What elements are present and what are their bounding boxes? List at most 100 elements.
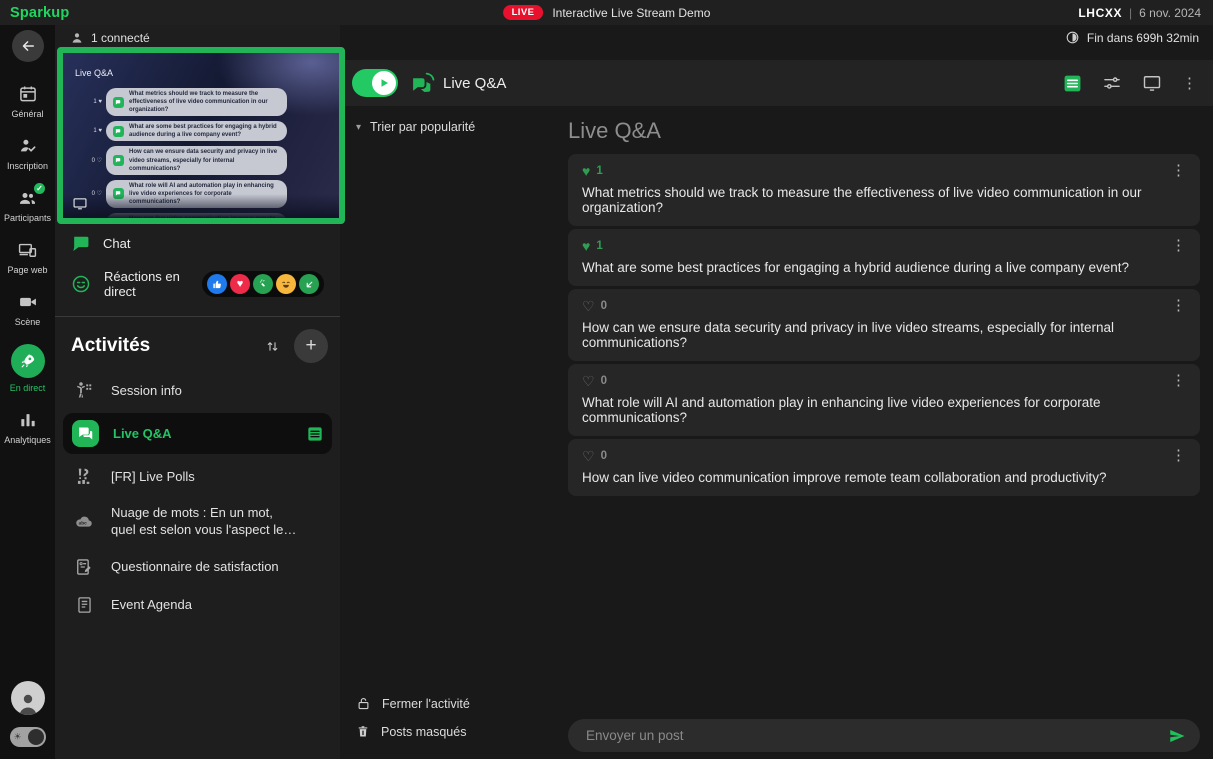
devices-icon <box>17 240 38 260</box>
like-button[interactable] <box>582 374 595 388</box>
activity-item-live-polls[interactable]: [FR] Live Polls <box>55 457 340 496</box>
post-text: What are some best practices for engagin… <box>582 260 1186 275</box>
preview-vote: 1 <box>85 99 102 105</box>
person-check-icon <box>18 136 38 156</box>
sort-dropdown[interactable]: ▾ Trier par popularité <box>356 120 568 134</box>
sun-icon: ☀ <box>14 731 22 742</box>
rocket-icon <box>11 344 45 378</box>
agenda-icon <box>71 595 97 615</box>
activities-heading: Activités <box>71 335 265 357</box>
post-menu-button[interactable]: ⋮ <box>1171 298 1186 313</box>
send-icon[interactable] <box>1168 727 1186 745</box>
chat-section[interactable]: Chat <box>55 226 340 261</box>
swipe-reaction-icon[interactable] <box>299 274 319 294</box>
post-text: What role will AI and automation play in… <box>582 395 1186 425</box>
play-icon <box>372 71 396 95</box>
active-list-icon <box>307 426 323 442</box>
activity-item-word-cloud[interactable]: abc Nuage de mots : En un mot, quel est … <box>55 496 340 548</box>
post-menu-button[interactable]: ⋮ <box>1171 448 1186 463</box>
post-menu-button[interactable]: ⋮ <box>1171 238 1186 253</box>
sidebar-label: Page web <box>7 265 47 275</box>
post-text: What metrics should we track to measure … <box>582 185 1186 215</box>
theme-toggle[interactable]: ☀ <box>10 727 46 747</box>
preview-fade <box>63 194 339 218</box>
close-activity-button[interactable]: Fermer l'activité <box>356 696 568 711</box>
activity-label: Event Agenda <box>111 597 192 612</box>
user-avatar[interactable] <box>11 681 45 715</box>
qa-post-card[interactable]: 1 ⋮ What metrics should we track to meas… <box>568 154 1200 226</box>
post-text: How can live video communication improve… <box>582 470 1186 485</box>
activity-item-session-info[interactable]: Session info <box>55 371 340 410</box>
clap-reaction-icon[interactable] <box>253 274 273 294</box>
activity-item-event-agenda[interactable]: Event Agenda <box>55 586 340 624</box>
back-button[interactable] <box>12 30 44 62</box>
reorder-activities-button[interactable] <box>265 339 280 354</box>
heart-reaction-icon[interactable]: ♥ <box>230 274 250 294</box>
laugh-reaction-icon[interactable] <box>276 274 296 294</box>
main-area: Fin dans 699h 32min Live Q&A <box>340 25 1213 759</box>
sidebar-item-analytiques[interactable]: Analytiques <box>0 402 55 454</box>
sidebar-label: Général <box>11 109 43 119</box>
feed-title: Live Q&A <box>568 118 1200 144</box>
hidden-posts-button[interactable]: Posts masqués <box>356 724 568 739</box>
monitor-icon <box>72 196 88 211</box>
trash-icon <box>356 724 370 739</box>
qa-post-card[interactable]: 1 ⋮ What are some best practices for eng… <box>568 229 1200 286</box>
activity-label: Session info <box>111 383 182 398</box>
post-menu-button[interactable]: ⋮ <box>1171 373 1186 388</box>
like-button[interactable] <box>582 449 595 463</box>
back-arrow-icon <box>19 37 37 55</box>
sidebar-item-en-direct[interactable]: En direct <box>0 336 55 402</box>
sidebar-label: Participants <box>4 213 51 223</box>
videocam-icon <box>18 292 38 312</box>
preview-question-text: What are some best practices for engagin… <box>129 123 280 139</box>
activity-item-questionnaire[interactable]: Questionnaire de satisfaction <box>55 548 340 586</box>
sidebar-item-general[interactable]: Général <box>0 76 55 128</box>
sidebar-label: Analytiques <box>4 435 51 445</box>
survey-icon <box>71 557 97 577</box>
stream-title: Interactive Live Stream Demo <box>552 6 710 20</box>
display-icon[interactable] <box>1142 73 1162 93</box>
live-badge: LIVE <box>503 5 544 20</box>
bar-chart-icon <box>18 410 38 430</box>
composer-input[interactable] <box>584 727 1168 744</box>
session-info-icon <box>71 380 97 401</box>
preview-title: Live Q&A <box>75 68 113 78</box>
qa-post-card[interactable]: 0 ⋮ What role will AI and automation pla… <box>568 364 1200 436</box>
thumbs-up-reaction-icon[interactable] <box>207 274 227 294</box>
qa-post-card[interactable]: 0 ⋮ How can we ensure data security and … <box>568 289 1200 361</box>
svg-text:abc: abc <box>79 520 87 525</box>
stage-preview[interactable]: Live Q&A 1 What metrics should we track … <box>57 47 345 224</box>
toggle-knob <box>28 729 44 745</box>
live-qa-icon <box>72 420 99 447</box>
activity-live-toggle[interactable] <box>352 69 398 97</box>
sort-label: Trier par popularité <box>370 120 475 134</box>
like-button[interactable] <box>582 239 590 253</box>
activity-menu-button[interactable]: ⋮ <box>1182 76 1197 91</box>
like-count: 0 <box>601 300 607 312</box>
reactions-label: Réactions en direct <box>104 269 189 299</box>
like-button[interactable] <box>582 164 590 178</box>
list-view-icon[interactable] <box>1063 74 1082 93</box>
add-activity-button[interactable]: + <box>294 329 328 363</box>
activity-item-live-qa[interactable]: Live Q&A <box>63 413 332 454</box>
activity-title: Live Q&A <box>443 75 506 92</box>
qa-bubble-icon <box>113 97 124 108</box>
activities-list: Session info Live Q&A [FR] Live Polls <box>55 371 340 624</box>
nav-rail: Général Inscription ✓ Participants <box>0 25 55 759</box>
sidebar-item-page-web[interactable]: Page web <box>0 232 55 284</box>
activity-label: Live Q&A <box>113 426 172 441</box>
like-button[interactable] <box>582 299 595 313</box>
stage-preview-video: Live Q&A 1 What metrics should we track … <box>63 53 339 218</box>
qa-post-card[interactable]: 0 ⋮ How can live video communication imp… <box>568 439 1200 496</box>
reactions-section[interactable]: Réactions en direct ♥ <box>55 261 340 307</box>
like-count: 1 <box>596 165 602 177</box>
polls-icon <box>71 466 97 487</box>
preview-question-text: How can we ensure data security and priv… <box>129 148 280 172</box>
post-menu-button[interactable]: ⋮ <box>1171 163 1186 178</box>
sidebar-item-inscription[interactable]: Inscription <box>0 128 55 180</box>
settings-sliders-icon[interactable] <box>1102 73 1122 93</box>
sidebar-item-scene[interactable]: Scène <box>0 284 55 336</box>
preview-vote: 0 <box>85 157 102 164</box>
sidebar-item-participants[interactable]: ✓ Participants <box>0 180 55 232</box>
